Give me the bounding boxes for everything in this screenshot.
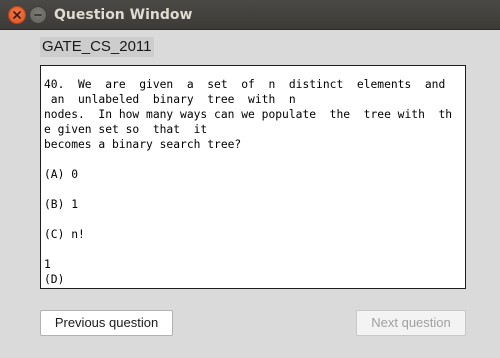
close-icon — [13, 11, 21, 19]
window-title: Question Window — [54, 7, 193, 23]
minimize-button[interactable] — [29, 6, 47, 24]
exam-label: GATE_CS_2011 — [40, 37, 154, 57]
question-window: Question Window GATE_CS_2011 40. We are … — [0, 0, 500, 358]
previous-question-button[interactable]: Previous question — [40, 310, 173, 336]
title-bar[interactable]: Question Window — [0, 0, 500, 30]
close-button[interactable] — [8, 6, 26, 24]
minimize-icon — [34, 14, 42, 16]
question-text-area[interactable]: 40. We are given a set of n distinct ele… — [40, 65, 466, 289]
next-question-button[interactable]: Next question — [356, 310, 466, 336]
question-text: 40. We are given a set of n distinct ele… — [44, 78, 453, 286]
